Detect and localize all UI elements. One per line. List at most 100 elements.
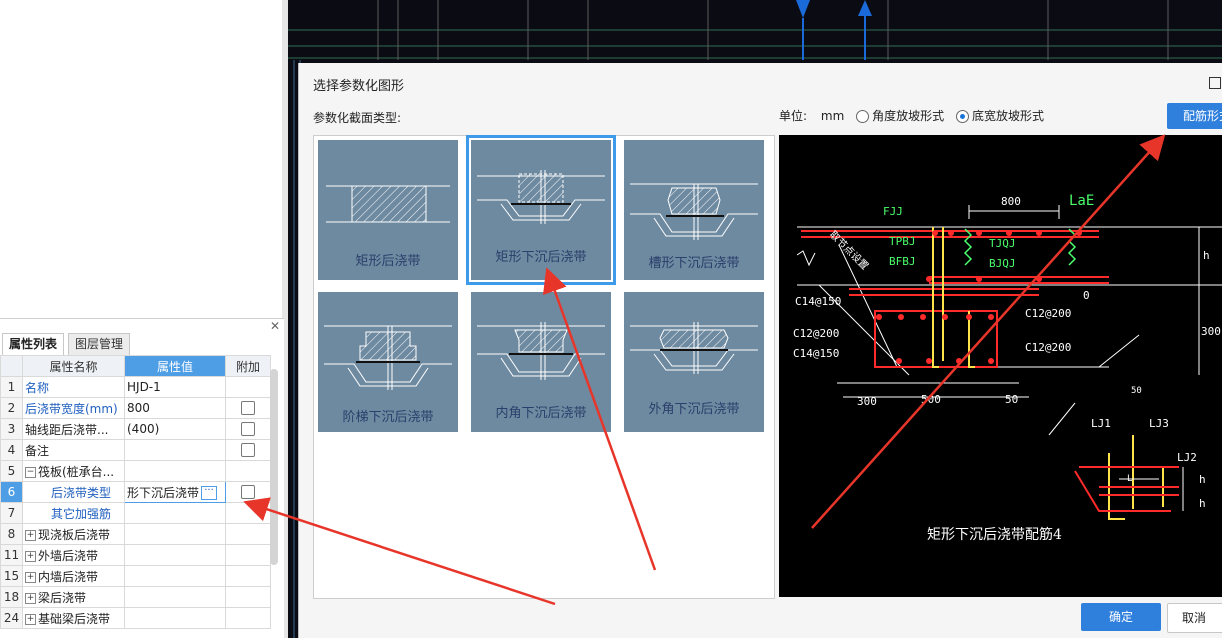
expand-icon[interactable]: + bbox=[25, 592, 36, 604]
property-name: 轴线距后浇带... bbox=[22, 418, 125, 440]
property-value[interactable] bbox=[124, 523, 226, 545]
tab-property-list[interactable]: 属性列表 bbox=[2, 333, 65, 355]
property-name-text: 后浇带类型 bbox=[51, 485, 112, 500]
extra-checkbox[interactable] bbox=[241, 443, 255, 458]
table-row[interactable]: 24 + 基础梁后浇带 bbox=[0, 607, 271, 629]
property-extra bbox=[225, 607, 271, 629]
property-value[interactable] bbox=[124, 544, 226, 566]
label-c12-200-r2: C12@200 bbox=[1025, 341, 1071, 354]
property-value[interactable]: 形下沉后浇带 ··· bbox=[124, 481, 226, 503]
radio-bottom-width-slope-label[interactable]: 底宽放坡形式 bbox=[972, 109, 1044, 123]
property-rows: 1 名称 HJD-1 2 后浇带宽度(mm) 800 3 轴线距后浇带... (400) 4 备注 5… bbox=[0, 376, 271, 629]
property-name: + 现浇板后浇带 bbox=[22, 523, 125, 545]
shape-outer-corner-sunken-post-pour[interactable]: 外角下沉后浇带 bbox=[624, 292, 764, 432]
label-50: 50 bbox=[1005, 393, 1018, 406]
table-row[interactable]: 2 后浇带宽度(mm) 800 bbox=[0, 397, 271, 419]
property-extra bbox=[225, 565, 271, 587]
radio-bottom-width-slope[interactable] bbox=[955, 110, 969, 123]
shape-rect-post-pour-label: 矩形后浇带 bbox=[355, 254, 421, 269]
unit-label: 单位: bbox=[779, 109, 808, 123]
table-row[interactable]: 15 + 内墙后浇带 bbox=[0, 565, 271, 587]
property-extra bbox=[225, 439, 271, 461]
left-empty-panel bbox=[0, 0, 283, 318]
properties-scrollbar[interactable] bbox=[270, 369, 278, 565]
property-value[interactable] bbox=[124, 607, 226, 629]
shape-step-sunken-post-pour[interactable]: 阶梯下沉后浇带 bbox=[318, 292, 458, 432]
shape-outer-corner-sunken-label: 外角下沉后浇带 bbox=[648, 402, 740, 417]
table-row[interactable]: 5− 筏板(桩承台... bbox=[0, 460, 271, 482]
expand-icon[interactable]: + bbox=[25, 571, 36, 583]
row-index: 8 bbox=[0, 523, 23, 545]
shape-rect-sunken-post-pour[interactable]: 矩形下沉后浇带 bbox=[466, 135, 616, 285]
table-row[interactable]: 7 其它加强筋 bbox=[0, 502, 271, 524]
header-extra: 附加 bbox=[225, 355, 271, 377]
row-index: 18 bbox=[0, 586, 23, 608]
row-index: 15 bbox=[0, 565, 23, 587]
property-name: + 基础梁后浇带 bbox=[22, 607, 125, 629]
label-500: 500 bbox=[921, 393, 941, 406]
property-name: + 梁后浇带 bbox=[22, 586, 125, 608]
extra-checkbox[interactable] bbox=[241, 422, 255, 437]
expand-icon[interactable]: + bbox=[25, 550, 36, 562]
table-row[interactable]: 3 轴线距后浇带... (400) bbox=[0, 418, 271, 440]
unit-row: 单位: mm 角度放坡形式 底宽放坡形式 bbox=[779, 107, 1044, 124]
rebar-preview-drawing: FJJ 800 LaE TPBJ TJQJ BFBJ BJQJ h 0 取节点设… bbox=[793, 193, 1222, 543]
property-extra bbox=[225, 376, 271, 398]
property-extra bbox=[225, 397, 271, 419]
shape-step-sunken-label: 阶梯下沉后浇带 bbox=[342, 410, 434, 425]
property-value[interactable] bbox=[124, 460, 226, 482]
properties-panel: ✕ 属性列表 图层管理 属性名称 属性值 附加 1 名称 HJD-1 2 后浇带宽度(m… bbox=[0, 318, 284, 639]
table-row[interactable]: 4 备注 bbox=[0, 439, 271, 461]
table-row[interactable]: 18 + 梁后浇带 bbox=[0, 586, 271, 608]
label-fjj: FJJ bbox=[883, 205, 903, 218]
table-row[interactable]: 1 名称 HJD-1 bbox=[0, 376, 271, 398]
label-h3: h bbox=[1199, 497, 1206, 510]
expand-icon[interactable]: + bbox=[25, 529, 36, 541]
label-tjqj: TJQJ bbox=[989, 237, 1016, 250]
property-value[interactable] bbox=[124, 502, 226, 524]
property-value[interactable] bbox=[124, 586, 226, 608]
property-name-text: 内墙后浇带 bbox=[38, 569, 99, 584]
radio-angle-slope[interactable] bbox=[856, 110, 870, 123]
table-row[interactable]: 6 后浇带类型 形下沉后浇带 ··· bbox=[0, 481, 271, 503]
maximize-icon[interactable] bbox=[1209, 77, 1221, 89]
row-index: 11 bbox=[0, 544, 23, 566]
shape-trough-sunken-post-pour[interactable]: 槽形下沉后浇带 bbox=[624, 140, 764, 280]
rebar-form-button[interactable]: 配筋形式 bbox=[1167, 103, 1222, 129]
label-h: h bbox=[1203, 249, 1210, 262]
property-value[interactable]: 800 bbox=[124, 397, 226, 419]
row-index: 24 bbox=[0, 607, 23, 629]
property-name-text: 外墙后浇带 bbox=[38, 548, 99, 563]
property-value[interactable]: HJD-1 bbox=[124, 376, 226, 398]
shape-rect-post-pour[interactable]: 矩形后浇带 bbox=[318, 140, 458, 280]
ok-button[interactable]: 确定 bbox=[1081, 603, 1161, 631]
property-value[interactable] bbox=[124, 439, 226, 461]
table-row[interactable]: 8 + 现浇板后浇带 bbox=[0, 523, 271, 545]
property-name-text: 其它加强筋 bbox=[51, 506, 112, 521]
radio-angle-slope-label[interactable]: 角度放坡形式 bbox=[872, 109, 944, 123]
ellipsis-button[interactable]: ··· bbox=[201, 486, 218, 500]
label-c14-150-a: C14@150 bbox=[795, 295, 841, 308]
tab-layer-management[interactable]: 图层管理 bbox=[68, 333, 131, 356]
table-row[interactable]: 11 + 外墙后浇带 bbox=[0, 544, 271, 566]
header-index bbox=[0, 355, 23, 377]
expand-icon[interactable]: + bbox=[25, 613, 36, 625]
property-name-text: 后浇带宽度(mm) bbox=[25, 401, 118, 416]
label-50-small: 50 bbox=[1131, 386, 1142, 396]
extra-checkbox[interactable] bbox=[241, 485, 255, 500]
panel-close-icon[interactable]: ✕ bbox=[270, 319, 282, 333]
property-name: − 筏板(桩承台... bbox=[22, 460, 125, 482]
property-extra bbox=[225, 460, 271, 482]
property-extra bbox=[225, 544, 271, 566]
label-bjqj: BJQJ bbox=[989, 257, 1016, 270]
shape-inner-corner-sunken-label: 内角下沉后浇带 bbox=[495, 406, 587, 421]
label-l: L bbox=[1127, 474, 1132, 484]
cancel-button[interactable]: 取消 bbox=[1167, 603, 1222, 633]
property-value[interactable]: (400) bbox=[124, 418, 226, 440]
shape-inner-corner-sunken-post-pour[interactable]: 内角下沉后浇带 bbox=[471, 292, 611, 432]
label-lj3: LJ3 bbox=[1149, 417, 1169, 430]
property-value-text: 形下沉后浇带 bbox=[127, 485, 200, 500]
collapse-icon[interactable]: − bbox=[25, 466, 36, 478]
property-value[interactable] bbox=[124, 565, 226, 587]
extra-checkbox[interactable] bbox=[241, 401, 255, 416]
